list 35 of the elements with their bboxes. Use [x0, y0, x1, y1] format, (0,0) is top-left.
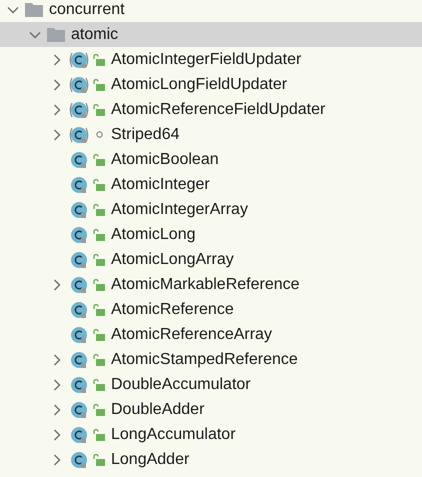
chevron-right-icon[interactable] — [53, 78, 61, 90]
class-name[interactable]: DoubleAccumulator — [111, 376, 251, 394]
class-name[interactable]: Striped64 — [111, 126, 180, 144]
chevron-right-icon[interactable] — [53, 378, 61, 390]
chevron-right-icon[interactable] — [53, 404, 61, 416]
class-name[interactable]: LongAccumulator — [111, 426, 236, 444]
chevron-down-icon[interactable] — [7, 6, 19, 14]
chevron-right-icon[interactable] — [53, 428, 61, 440]
class-name[interactable]: AtomicReference — [111, 300, 234, 318]
chevron-down-icon[interactable] — [29, 30, 41, 38]
class-name[interactable]: AtomicStampedReference — [111, 350, 298, 368]
class-name[interactable]: AtomicBoolean — [111, 150, 219, 168]
chevron-right-icon[interactable] — [53, 104, 61, 116]
chevron-right-icon[interactable] — [53, 128, 61, 140]
tree-item[interactable]: concurrent — [0, 0, 422, 22]
class-name[interactable]: AtomicLong — [111, 226, 196, 244]
class-name[interactable]: AtomicReferenceFieldUpdater — [111, 100, 326, 118]
class-name[interactable]: AtomicMarkableReference — [111, 276, 300, 294]
class-name[interactable]: AtomicIntegerArray — [111, 200, 248, 218]
folder-name: atomic — [71, 26, 118, 44]
chevron-right-icon[interactable] — [53, 454, 61, 466]
class-name[interactable]: AtomicReferenceArray — [111, 326, 272, 344]
class-name[interactable]: AtomicLongArray — [111, 250, 234, 268]
class-name[interactable]: DoubleAdder — [111, 400, 204, 418]
folder-name: concurrent — [49, 0, 125, 18]
folder-icon — [47, 28, 65, 42]
class-name[interactable]: AtomicIntegerFieldUpdater — [111, 50, 302, 68]
folder-icon — [25, 2, 43, 16]
chevron-right-icon[interactable] — [53, 354, 61, 366]
class-name[interactable]: AtomicInteger — [111, 176, 210, 194]
chevron-right-icon[interactable] — [53, 278, 61, 290]
class-name[interactable]: LongAdder — [111, 450, 190, 468]
chevron-right-icon[interactable] — [53, 54, 61, 66]
tree-item[interactable]: atomic — [0, 22, 422, 47]
class-name[interactable]: AtomicLongFieldUpdater — [111, 76, 288, 94]
